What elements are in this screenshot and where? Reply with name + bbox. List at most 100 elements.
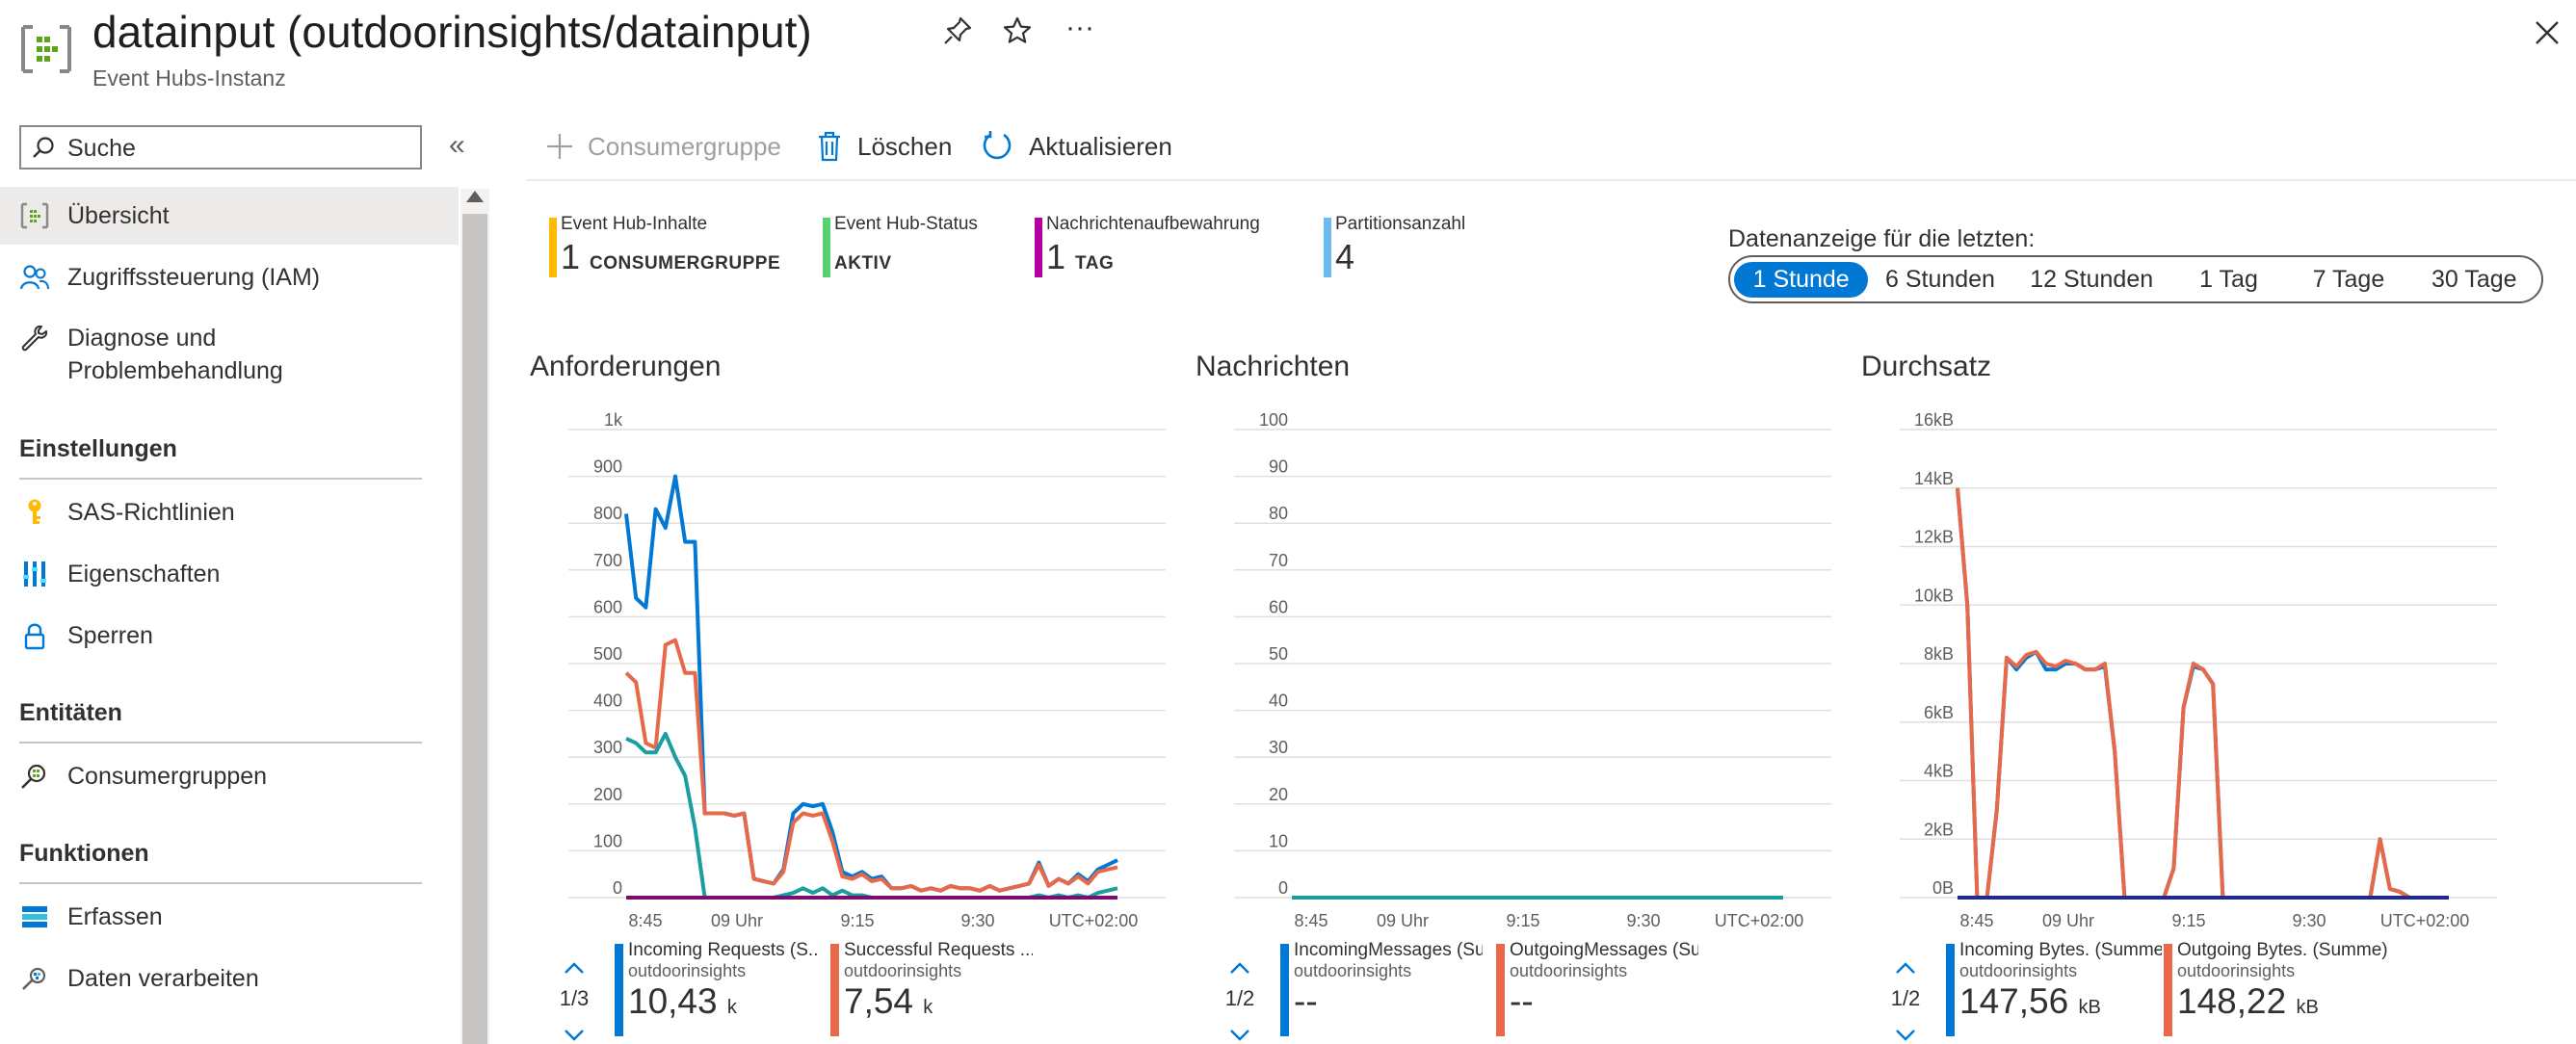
legend-series-value: --: [1510, 981, 1534, 1021]
legend-series-value: --: [1294, 981, 1318, 1021]
chart-requests[interactable]: 1k 900 800 700 600 500 400 300 200 100 0 8:45 09 Uhr…: [530, 405, 1185, 949]
legend-series-unit: k: [726, 997, 737, 1018]
chevron-down-icon[interactable]: [1221, 1023, 1259, 1044]
legend-item[interactable]: Outgoing Bytes. (Summe) outdoorinsights …: [2164, 940, 2395, 1036]
sidebar-item-diagnose[interactable]: Diagnose und Problembehandlung: [0, 314, 459, 395]
sidebar-item-iam[interactable]: Zugriffssteuerung (IAM): [0, 248, 459, 306]
chevron-up-icon[interactable]: [555, 955, 593, 980]
sidebar-item-label: Sperren: [67, 621, 153, 649]
sidebar-item-capture[interactable]: Erfassen: [0, 888, 459, 946]
time-option-1h[interactable]: 1 Stunde: [1734, 261, 1869, 298]
time-option-30d[interactable]: 30 Tage: [2411, 262, 2537, 298]
trash-icon: [817, 131, 842, 162]
legend-page-indicator: 1/2: [1890, 986, 1921, 1010]
chevron-up-icon[interactable]: [1221, 955, 1259, 980]
more-options-button[interactable]: ···: [1065, 12, 1094, 44]
essentials-retention: Nachrichtenaufbewahrung 1 TAG: [1035, 214, 1260, 277]
chevron-down-icon[interactable]: [1886, 1023, 1925, 1044]
close-icon[interactable]: [2534, 19, 2561, 54]
requests-line-chart[interactable]: 1k 900 800 700 600 500 400 300 200 100 0 8:45 09 Uhr…: [530, 405, 1185, 944]
star-icon[interactable]: [1002, 15, 1033, 54]
essentials-label: Nachrichtenaufbewahrung: [1046, 214, 1260, 234]
y-tick-label: 0: [1278, 878, 1288, 898]
chart-throughput[interactable]: 16kB 14kB 12kB 10kB 8kB 6kB 4kB 2kB 0B 8:45 09 Uhr…: [1861, 405, 2516, 949]
x-tick-label: 09 Uhr: [1377, 911, 1429, 930]
y-tick-label: 600: [593, 597, 622, 616]
sidebar-item-properties[interactable]: Eigenschaften: [0, 545, 459, 603]
throughput-line-chart[interactable]: 16kB 14kB 12kB 10kB 8kB 6kB 4kB 2kB 0B 8:45 09 Uhr…: [1861, 405, 2516, 944]
section-divider: [19, 742, 422, 744]
time-range-selector[interactable]: 1 Stunde 6 Stunden 12 Stunden 1 Tag 7 Ta…: [1728, 255, 2543, 303]
y-tick-label: 1k: [604, 410, 623, 430]
y-tick-label: 0B: [1932, 878, 1954, 898]
legend-item[interactable]: OutgoingMessages (Su... outdoorinsights …: [1496, 940, 1698, 1036]
legend-series-name: Outgoing Bytes. (Summe): [2177, 940, 2388, 960]
search-box[interactable]: [19, 125, 422, 170]
legend-series-source: outdoorinsights: [1294, 961, 1412, 980]
time-option-1d[interactable]: 1 Tag: [2171, 262, 2286, 298]
legend-series-value: 7,54: [844, 981, 914, 1021]
time-option-6h[interactable]: 6 Stunden: [1868, 262, 2011, 298]
essentials-value: 1: [561, 237, 581, 276]
search-input[interactable]: [67, 135, 395, 163]
consumer-group-icon: [15, 762, 54, 791]
add-consumer-group-button[interactable]: Consumergruppe: [545, 127, 781, 166]
status-bar: [823, 218, 830, 277]
sidebar-section-entities: Entitäten: [19, 699, 122, 726]
y-tick-label: 70: [1269, 551, 1288, 570]
chart-title-requests: Anforderungen: [530, 351, 722, 382]
essentials-unit: TAG: [1075, 253, 1115, 274]
legend-series-source: outdoorinsights: [1510, 961, 1628, 980]
legend-series-name: Successful Requests ...: [844, 940, 1033, 960]
time-option-7d[interactable]: 7 Tage: [2286, 262, 2410, 298]
chevron-down-icon[interactable]: [555, 1023, 593, 1044]
sidebar-item-consumer-groups[interactable]: Consumergruppen: [0, 747, 459, 805]
legend-item[interactable]: Incoming Requests (S... outdoorinsights …: [615, 940, 817, 1036]
wrench-icon: [15, 324, 54, 352]
collapse-sidebar-button[interactable]: «: [449, 129, 465, 162]
legend-color-bar: [615, 944, 623, 1036]
x-tick-label: 9:15: [1506, 911, 1539, 930]
scroll-up-arrow-icon[interactable]: [466, 191, 484, 202]
legend-series-name: IncomingMessages (Su...: [1294, 940, 1483, 960]
legend-color-bar: [1946, 944, 1955, 1036]
pin-icon[interactable]: [942, 15, 973, 54]
x-tick-label: 9:15: [2171, 911, 2205, 930]
chevron-up-icon[interactable]: [1886, 955, 1925, 980]
y-tick-label: 6kB: [1924, 703, 1954, 722]
legend-color-bar: [1496, 944, 1505, 1036]
essentials-label: Event Hub-Status: [834, 214, 978, 234]
process-data-icon: [15, 965, 54, 992]
chart-title-messages: Nachrichten: [1196, 351, 1351, 382]
refresh-button[interactable]: Aktualisieren: [981, 127, 1172, 166]
legend-series-unit: k: [923, 997, 933, 1018]
y-tick-label: 700: [593, 551, 622, 570]
y-tick-label: 900: [593, 457, 622, 477]
sidebar-scrollbar-thumb[interactable]: [462, 214, 487, 1044]
x-tick-label: UTC+02:00: [1049, 911, 1139, 930]
sidebar-item-label: Eigenschaften: [67, 560, 221, 587]
essentials-label: Event Hub-Inhalte: [561, 214, 708, 234]
messages-line-chart[interactable]: 10090807060504030201008:45 09 Uhr 9:15 9:30…: [1196, 405, 1851, 944]
section-divider: [19, 478, 422, 480]
chart-messages[interactable]: 100 90 80 70 60 50 40 30 20 10 0 8:45 09 Uhr 9:15 9:30…: [1196, 405, 1851, 949]
x-tick-label: 8:45: [628, 911, 662, 930]
y-tick-label: 400: [593, 692, 622, 711]
delete-button[interactable]: Löschen: [817, 127, 952, 166]
series-line: [1956, 487, 2449, 900]
legend-page-indicator: 1/3: [559, 986, 590, 1010]
legend-item[interactable]: Incoming Bytes. (Summe) outdoorinsights …: [1946, 940, 2162, 1036]
essentials-content: Event Hub-Inhalte 1 CONSUMERGRUPPE: [549, 214, 780, 277]
legend-item[interactable]: IncomingMessages (Su... outdoorinsights …: [1280, 940, 1483, 1036]
sidebar-item-process-data[interactable]: Daten verarbeiten: [0, 950, 459, 1007]
y-tick-label: 2kB: [1924, 820, 1954, 839]
sidebar-item-locks[interactable]: Sperren: [0, 607, 459, 665]
sidebar-item-overview[interactable]: Übersicht: [0, 187, 459, 245]
time-option-12h[interactable]: 12 Stunden: [2012, 262, 2171, 298]
legend-series-value: 147,56: [1959, 981, 2069, 1021]
y-tick-label: 300: [593, 738, 622, 757]
toolbar-label: Consumergruppe: [588, 131, 781, 161]
time-range-label: Datenanzeige für die letzten:: [1728, 225, 2036, 252]
sidebar-item-sas-policies[interactable]: SAS-Richtlinien: [0, 483, 459, 541]
legend-item[interactable]: Successful Requests ... outdoorinsights …: [830, 940, 1033, 1036]
